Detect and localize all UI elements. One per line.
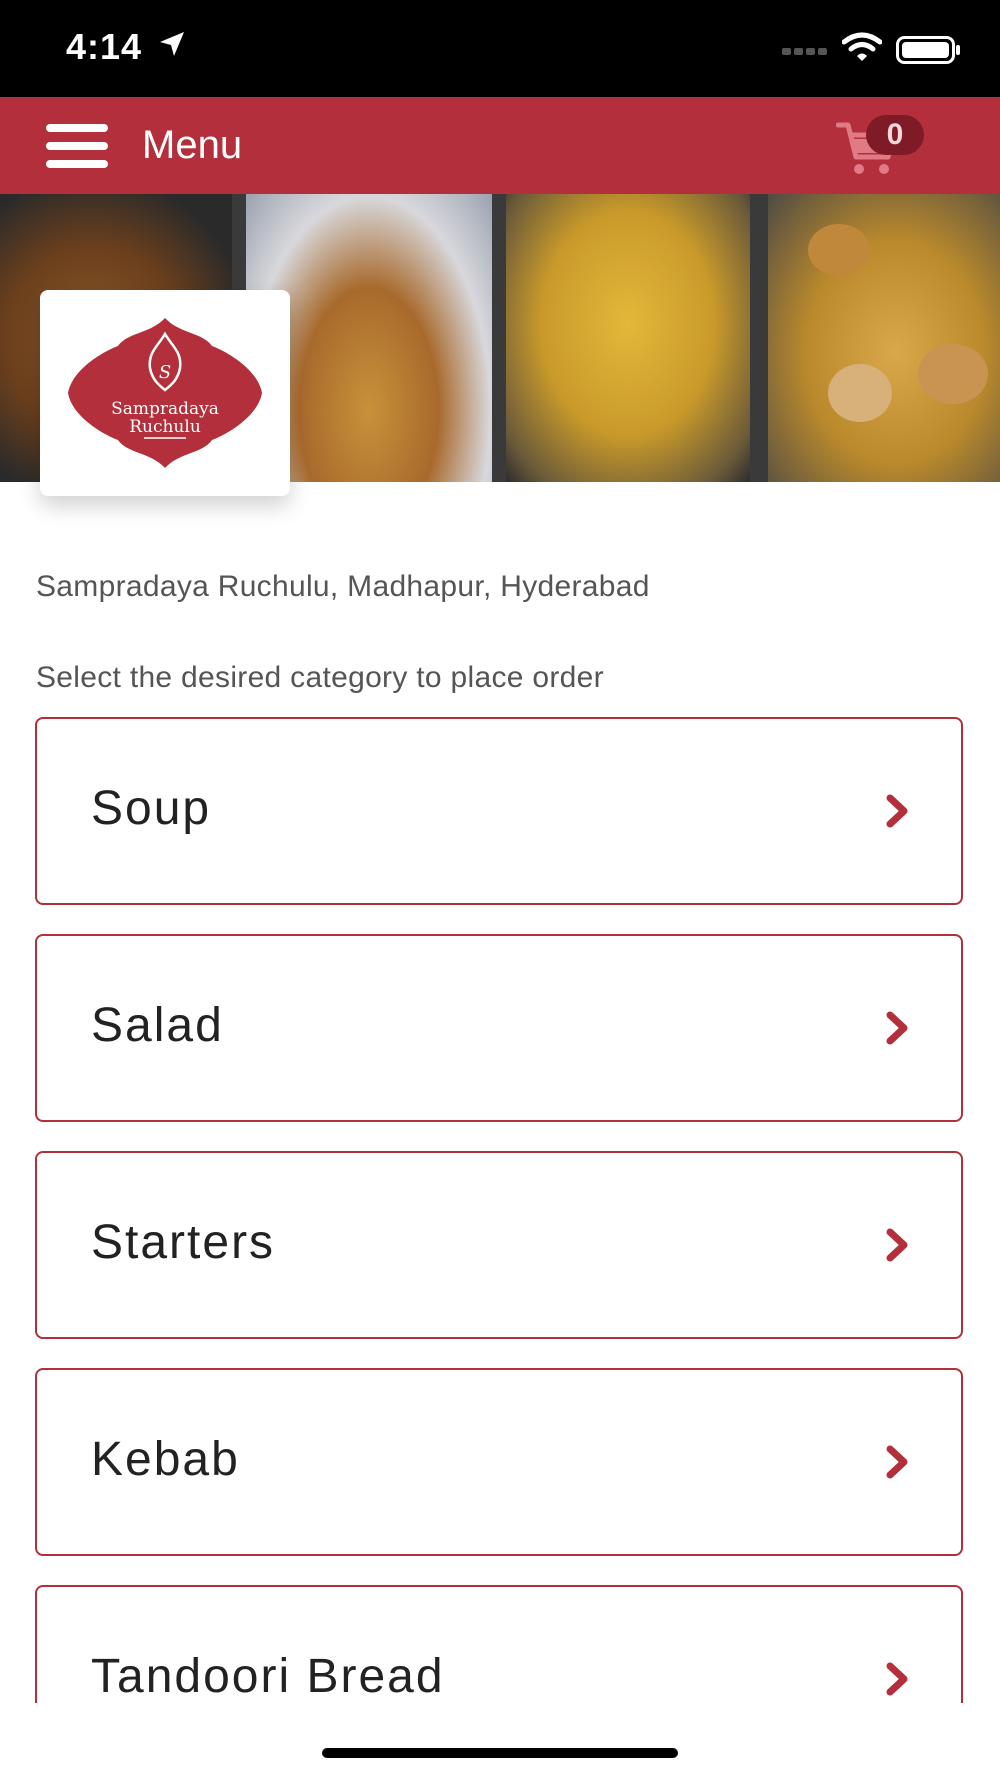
chevron-right-icon <box>886 1011 908 1045</box>
status-time: 4:14 <box>66 26 143 67</box>
svg-text:S: S <box>159 362 171 383</box>
location-arrow-icon <box>160 32 184 56</box>
battery-icon <box>896 36 960 64</box>
top-app-bar: Menu 0 <box>0 97 1000 194</box>
instruction-text: Select the desired category to place ord… <box>36 661 604 694</box>
category-label: Salad <box>91 999 224 1052</box>
category-label: Soup <box>91 782 212 835</box>
signal-icon <box>782 48 827 55</box>
category-salad[interactable]: Salad <box>35 934 963 1122</box>
logo-text-line2: Ruchulu <box>129 417 201 437</box>
restaurant-logo: S Sampradaya Ruchulu <box>68 318 262 468</box>
hamburger-menu-icon[interactable] <box>46 124 108 168</box>
category-tandoori-bread[interactable]: Tandoori Bread <box>35 1585 963 1703</box>
category-label: Starters <box>91 1216 276 1269</box>
page-title: Menu <box>142 123 243 167</box>
wifi-icon <box>842 32 882 61</box>
chevron-right-icon <box>886 794 908 828</box>
restaurant-logo-card: S Sampradaya Ruchulu <box>40 290 290 496</box>
chevron-right-icon <box>886 1662 908 1696</box>
chevron-right-icon <box>886 1445 908 1479</box>
category-soup[interactable]: Soup <box>35 717 963 905</box>
category-kebab[interactable]: Kebab <box>35 1368 963 1556</box>
chevron-right-icon <box>886 1228 908 1262</box>
logo-text-line1: Sampradaya <box>111 399 219 419</box>
category-starters[interactable]: Starters <box>35 1151 963 1339</box>
category-label: Tandoori Bread <box>91 1650 445 1703</box>
biryani-image-3 <box>506 194 750 482</box>
egg-biryani-image <box>768 194 1000 482</box>
cart-button[interactable]: 0 <box>836 113 936 185</box>
category-label: Kebab <box>91 1433 240 1486</box>
home-indicator[interactable] <box>322 1748 678 1758</box>
category-list: Soup Salad Starters Kebab Tandoori Bread <box>35 717 963 1703</box>
restaurant-name: Sampradaya Ruchulu, Madhapur, Hyderabad <box>36 570 650 603</box>
cart-count-badge: 0 <box>866 115 924 155</box>
status-bar: 4:14 <box>0 0 1000 97</box>
